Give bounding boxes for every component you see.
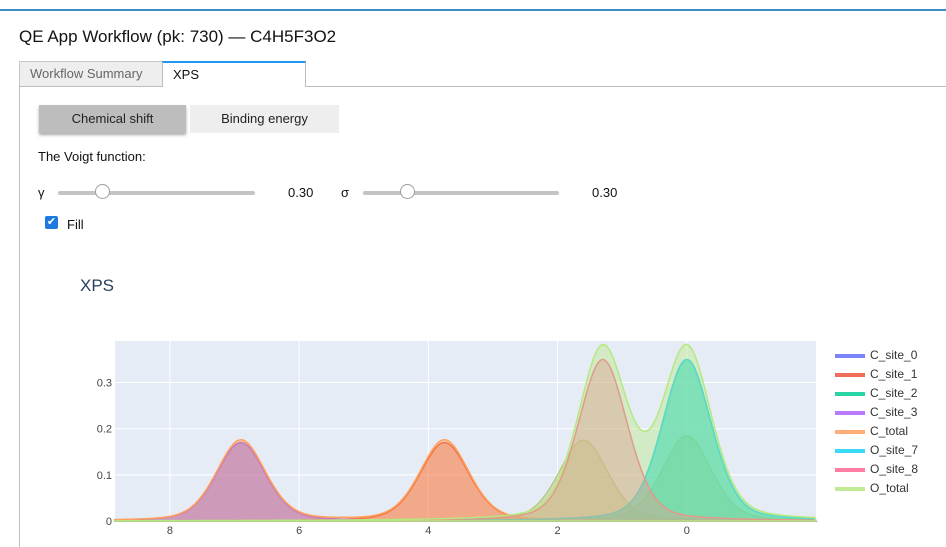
- x-tick-label: 2: [555, 525, 561, 537]
- x-tick-label: 0: [684, 525, 690, 537]
- legend-label: C_site_0: [870, 348, 918, 362]
- legend-swatch: [835, 468, 865, 472]
- legend-swatch: [835, 373, 865, 377]
- x-tick-label: 8: [167, 525, 173, 537]
- tab-xps[interactable]: XPS: [162, 61, 306, 87]
- y-tick-label: 0.2: [97, 424, 112, 436]
- x-tick-label: 6: [296, 525, 302, 537]
- chart-title: XPS: [80, 276, 114, 295]
- legend-swatch: [835, 430, 865, 434]
- legend-swatch: [835, 354, 865, 358]
- legend-swatch: [835, 487, 865, 491]
- legend-label: C_total: [870, 424, 909, 438]
- legend-swatch: [835, 449, 865, 453]
- legend-label: O_total: [870, 481, 909, 495]
- x-tick-label: 4: [425, 525, 431, 537]
- legend-swatch: [835, 392, 865, 396]
- legend-label: C_site_2: [870, 386, 918, 400]
- legend-swatch: [835, 411, 865, 415]
- xps-chart: XPS 8 6 4 2 0 0 0.1 0.2 0.3: [80, 276, 818, 537]
- legend-label: C_site_3: [870, 405, 918, 419]
- y-tick-label: 0.1: [97, 470, 112, 482]
- legend-label: C_site_1: [870, 367, 918, 381]
- y-tick-label: 0.3: [97, 378, 112, 390]
- legend-label: O_site_7: [870, 443, 919, 457]
- legend-label: O_site_8: [870, 462, 919, 476]
- y-tick-label: 0: [106, 516, 112, 528]
